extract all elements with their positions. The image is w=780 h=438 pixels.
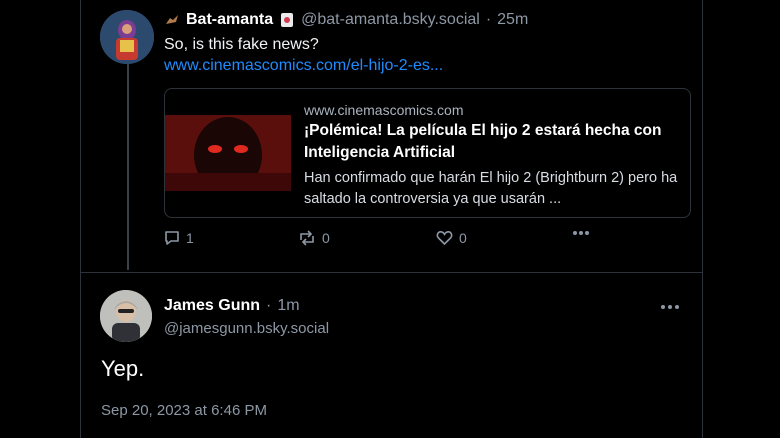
- avatar[interactable]: [100, 10, 154, 64]
- post-time[interactable]: 25m: [497, 11, 528, 29]
- more-icon: [573, 231, 589, 235]
- post-divider: [80, 272, 702, 273]
- post-timestamp[interactable]: Sep 20, 2023 at 6:46 PM: [101, 402, 267, 419]
- author-name[interactable]: Bat-amanta: [186, 11, 273, 29]
- heart-icon: [436, 231, 453, 246]
- post-more-button[interactable]: [660, 297, 680, 315]
- post-actions: 1 0 0: [0, 230, 780, 250]
- reply-icon: [165, 231, 179, 245]
- separator: ·: [266, 297, 272, 314]
- more-options-button[interactable]: [572, 230, 590, 236]
- repost-icon: [300, 230, 314, 246]
- reply-count: 1: [186, 230, 194, 246]
- post-header: James Gunn · 1m: [164, 297, 300, 315]
- link-card[interactable]: www.cinemascomics.com ¡Polémica! La pelí…: [164, 88, 691, 218]
- like-count: 0: [459, 230, 467, 246]
- author-name[interactable]: James Gunn: [164, 297, 260, 315]
- post-text: So, is this fake news?: [164, 36, 319, 53]
- avatar[interactable]: [100, 290, 152, 342]
- post-header: Bat-amanta @bat-amanta.bsky.social · 25m: [164, 11, 528, 29]
- post-time[interactable]: 1m: [277, 297, 299, 315]
- separator: ·: [485, 11, 492, 28]
- repost-button[interactable]: 0: [298, 230, 330, 246]
- post-text: Yep.: [101, 356, 145, 381]
- author-handle[interactable]: @jamesgunn.bsky.social: [164, 320, 329, 337]
- post-link[interactable]: www.cinemascomics.com/el-hijo-2-es...: [164, 57, 443, 75]
- card-thumbnail: [165, 115, 291, 193]
- like-button[interactable]: 0: [436, 230, 467, 246]
- card-description: Han confirmado que harán El hijo 2 (Brig…: [304, 170, 678, 207]
- reply-button[interactable]: 1: [164, 230, 194, 246]
- card-title: ¡Polémica! La película El hijo 2 estará …: [304, 122, 662, 161]
- author-handle[interactable]: @bat-amanta.bsky.social: [301, 11, 480, 29]
- repost-count: 0: [322, 230, 330, 246]
- badge-emoji-icon: [279, 12, 295, 28]
- more-icon: [661, 305, 679, 309]
- card-domain: www.cinemascomics.com: [304, 102, 464, 118]
- bat-emoji-icon: [164, 12, 180, 28]
